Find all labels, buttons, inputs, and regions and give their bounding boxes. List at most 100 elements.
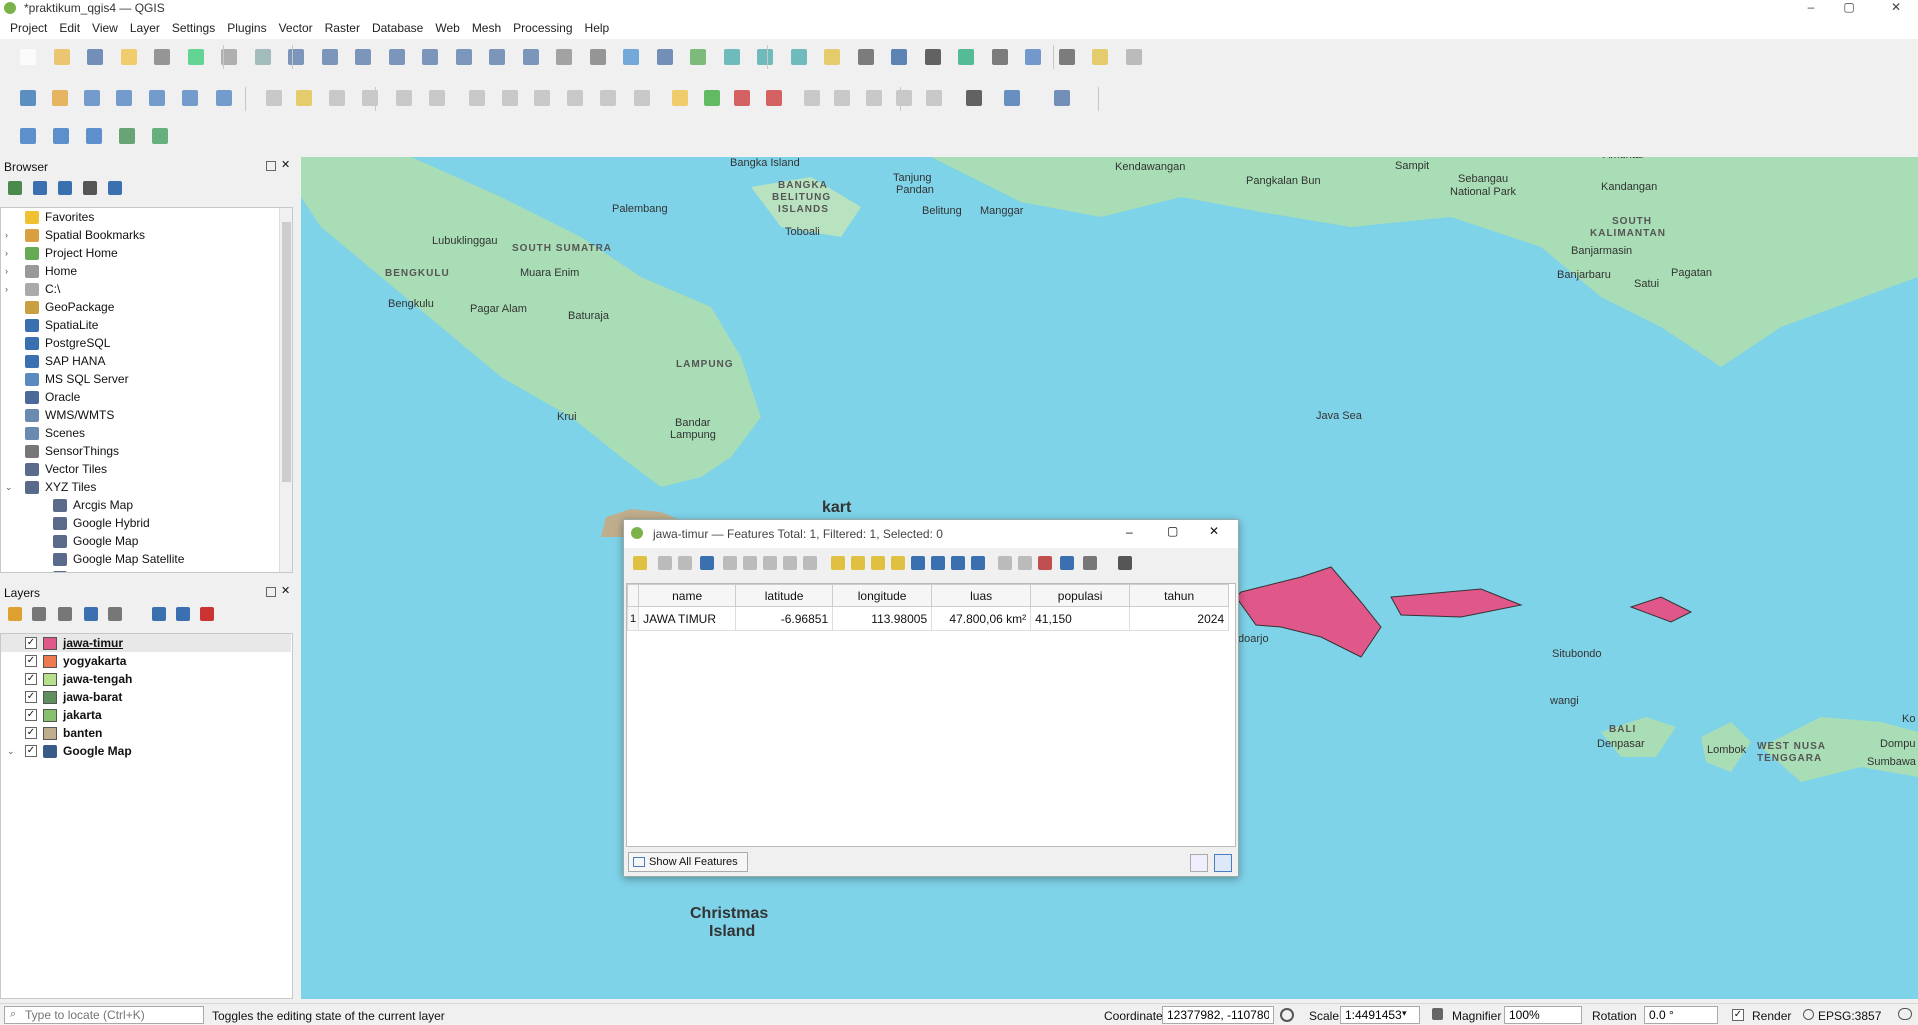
filter-legend-icon[interactable] [84,607,98,621]
filter-expression-icon[interactable] [108,607,122,621]
python-console-icon[interactable] [1000,86,1024,110]
menu-processing[interactable]: Processing [507,21,578,35]
new-memory-layer-icon[interactable] [145,86,169,110]
lock-icon[interactable] [1432,1008,1443,1020]
expand-arrow-icon[interactable]: › [5,230,15,240]
kmz-import-icon[interactable] [49,124,73,148]
expand-arrow-icon[interactable]: › [5,284,15,294]
label-change-icon[interactable] [862,86,886,110]
select-features-icon[interactable] [753,45,777,69]
browser-item-sap-hana[interactable]: SAP HANA [5,352,275,370]
pan-icon[interactable] [217,45,241,69]
maximize-button[interactable]: ▢ [1838,0,1860,16]
open-field-calculator-icon[interactable] [1021,45,1045,69]
remove-layer-icon[interactable] [200,607,214,621]
label-tool-icon[interactable] [668,86,692,110]
layer-visibility-checkbox[interactable]: ✓ [25,727,37,739]
coordinate-field[interactable] [1162,1006,1274,1024]
menu-project[interactable]: Project [4,21,53,35]
filter-selection-icon[interactable] [911,556,925,570]
label-diagram-icon[interactable] [730,86,754,110]
refresh-icon[interactable] [33,181,47,195]
label-toggle-icon[interactable] [892,86,916,110]
browser-item-spatial-bookmarks[interactable]: › Spatial Bookmarks [5,226,275,244]
properties-icon[interactable] [108,181,122,195]
label-hide-icon[interactable] [922,86,946,110]
invert-selection-icon[interactable] [871,556,885,570]
menu-layer[interactable]: Layer [124,21,166,35]
qgis2web-icon[interactable] [115,124,139,148]
zoom-full-icon[interactable] [351,45,375,69]
magnifier-field[interactable] [1504,1006,1582,1024]
select-location-icon[interactable] [854,45,878,69]
column-header-name[interactable]: name [638,584,737,607]
browser-item-google-map[interactable]: Google Map [5,532,275,550]
save-project-icon[interactable] [83,45,107,69]
layer-symbol-swatch[interactable] [43,672,57,686]
cell-longitude[interactable]: 113.98005 [832,606,933,631]
delete-field-icon[interactable] [1018,556,1032,570]
new-geopackage-icon[interactable] [48,86,72,110]
browser-item-google-map-satellite[interactable]: Google Map Satellite [5,550,275,568]
report-icon[interactable] [148,124,172,148]
delete-selected-icon[interactable] [465,86,489,110]
gps-icon[interactable] [1122,45,1146,69]
attribute-table-icon[interactable] [921,45,945,69]
browser-item-xyz-tiles[interactable]: ⌄ XYZ Tiles [5,478,275,496]
menu-raster[interactable]: Raster [319,21,366,35]
save-edits-icon[interactable] [325,86,349,110]
zoom-next-icon[interactable] [519,45,543,69]
browser-item-favorites[interactable]: Favorites [5,208,275,226]
temporal-icon[interactable] [686,45,710,69]
browser-item-oracle[interactable]: Oracle [5,388,275,406]
minimize-button[interactable]: – [1126,525,1133,539]
browser-item-geopackage[interactable]: GeoPackage [5,298,275,316]
menu-vector[interactable]: Vector [273,21,319,35]
add-feature-icon[interactable] [723,556,737,570]
copy-features-icon[interactable] [530,86,554,110]
deselect-icon[interactable] [820,45,844,69]
browser-item-c[interactable]: › C:\ [5,280,275,298]
zoom-to-selection-icon[interactable] [971,556,985,570]
browser-item-google-hybrid[interactable]: Google Hybrid [5,514,275,532]
conditional-format-icon[interactable] [1060,556,1074,570]
close-window-button[interactable]: ✕ [1885,0,1907,16]
browser-item-scenes[interactable]: Scenes [5,424,275,442]
cell-name[interactable]: JAWA TIMUR [638,606,737,631]
html-export-icon[interactable] [82,124,106,148]
zoom-in-icon[interactable] [284,45,308,69]
open-styling-icon[interactable] [8,607,22,621]
more-actions-icon[interactable] [1118,556,1132,570]
zoom-layer-icon[interactable] [418,45,442,69]
browser-item-spatialite[interactable]: SpatiaLite [5,316,275,334]
pan-to-selection-icon[interactable] [251,45,275,69]
layer-visibility-checkbox[interactable]: ✓ [25,655,37,667]
attribute-table-titlebar[interactable]: jawa-timur — Features Total: 1, Filtered… [624,520,1238,548]
select-all-icon[interactable] [851,556,865,570]
layer-item-jawa-tengah[interactable]: ✓ jawa-tengah [1,670,291,688]
layer-symbol-swatch[interactable] [43,690,57,704]
paste-features-icon[interactable] [563,86,587,110]
layer-visibility-checkbox[interactable]: ✓ [25,673,37,685]
locate-search-input[interactable] [4,1006,204,1024]
layer-item-banten[interactable]: ✓ banten [1,724,291,742]
processing-icon[interactable] [954,45,978,69]
add-group-icon[interactable] [32,607,46,621]
toggle-editing-icon[interactable] [633,556,647,570]
close-panel-button[interactable]: ✕ [281,584,290,597]
filter-icon[interactable] [58,181,72,195]
zoom-selection-icon[interactable] [385,45,409,69]
layer-item-jakarta[interactable]: ✓ jakarta [1,706,291,724]
select-by-value-icon[interactable] [787,45,811,69]
browser-item-wms-wmts[interactable]: WMS/WMTS [5,406,275,424]
new-map-view-icon[interactable] [552,45,576,69]
layer-item-yogyakarta[interactable]: ✓ yogyakarta [1,652,291,670]
globe-plugin-icon[interactable] [962,86,986,110]
cut-features-icon[interactable] [498,86,522,110]
new-3d-view-icon[interactable] [586,45,610,69]
layer-item-jawa-timur[interactable]: ✓ jawa-timur [1,634,291,652]
browser-item-postgresql[interactable]: PostgreSQL [5,334,275,352]
browser-scrollbar-thumb[interactable] [282,222,291,482]
edit-pencil-icon[interactable] [262,86,286,110]
layer-visibility-checkbox[interactable]: ✓ [25,745,37,757]
